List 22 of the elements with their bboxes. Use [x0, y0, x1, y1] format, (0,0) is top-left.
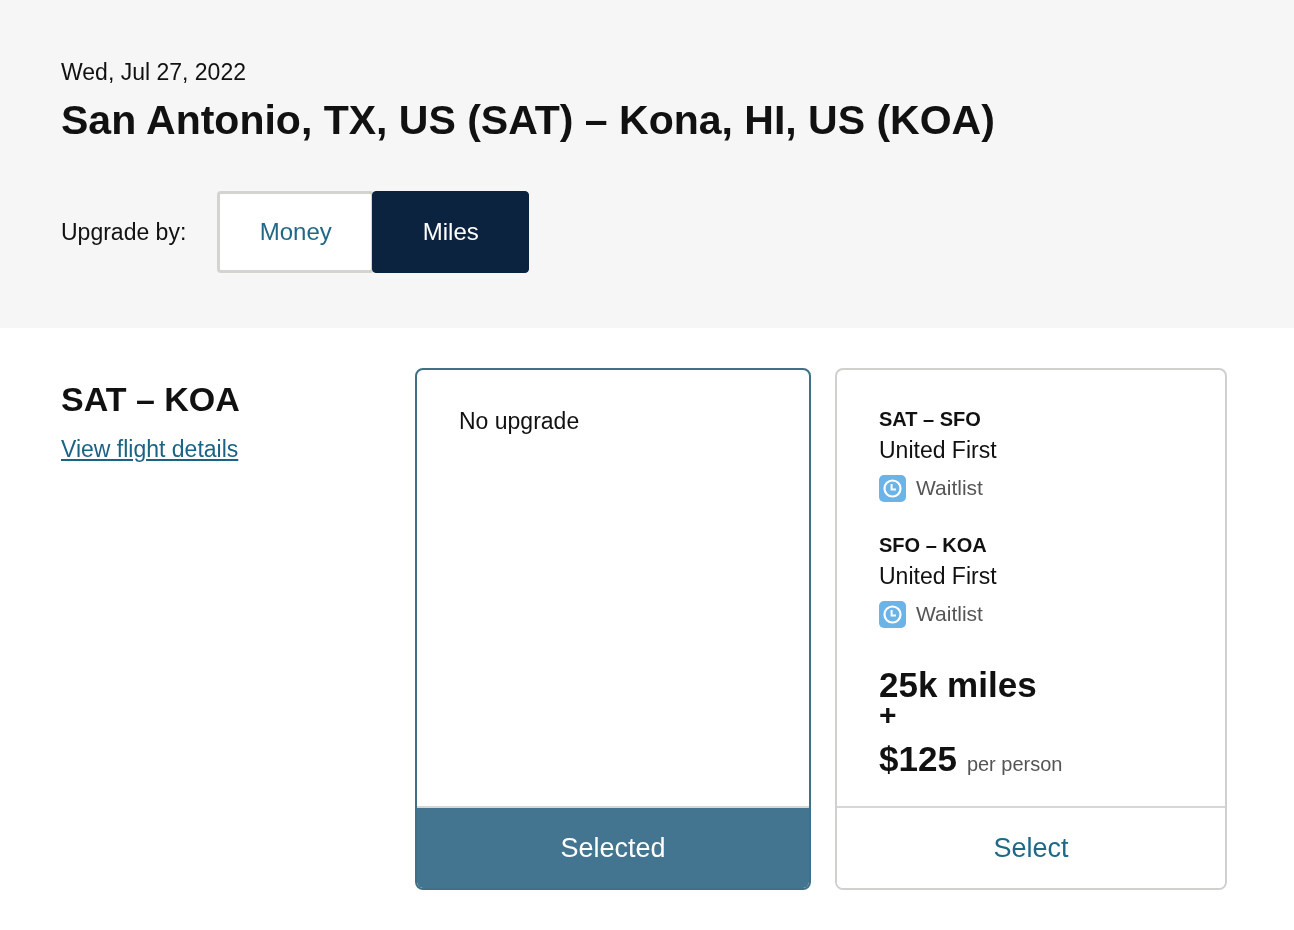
- plus-sign: +: [879, 703, 897, 727]
- select-button[interactable]: Select: [837, 806, 1225, 888]
- flight-details-link[interactable]: View flight details: [61, 434, 239, 464]
- flight-route: SFO – KOA: [879, 533, 987, 558]
- toggle-option[interactable]: Miles: [372, 191, 530, 273]
- route-title: San Antonio, TX, US (SAT) – Kona, HI, US (KOA): [61, 96, 995, 144]
- flight-date: Wed, Jul 27, 2022: [61, 58, 246, 86]
- price-unit: per person: [966, 752, 1063, 777]
- cash-price: $125: [879, 739, 957, 779]
- toggle-option[interactable]: Money: [217, 191, 375, 273]
- segment-route: SAT – KOA: [61, 379, 240, 419]
- option-title: No upgrade: [459, 407, 580, 436]
- cabin-class: United First: [879, 436, 997, 465]
- miles-price: 25k miles: [879, 665, 1037, 705]
- status-text: Waitlist: [916, 601, 983, 627]
- flight-route: SAT – SFO: [879, 407, 981, 432]
- clock-icon: [879, 474, 906, 502]
- status-text: Waitlist: [916, 475, 983, 501]
- clock-icon: [879, 600, 906, 628]
- cabin-class: United First: [879, 562, 997, 591]
- selected-button[interactable]: Selected: [417, 806, 809, 888]
- upgrade-by-label: Upgrade by:: [61, 218, 187, 247]
